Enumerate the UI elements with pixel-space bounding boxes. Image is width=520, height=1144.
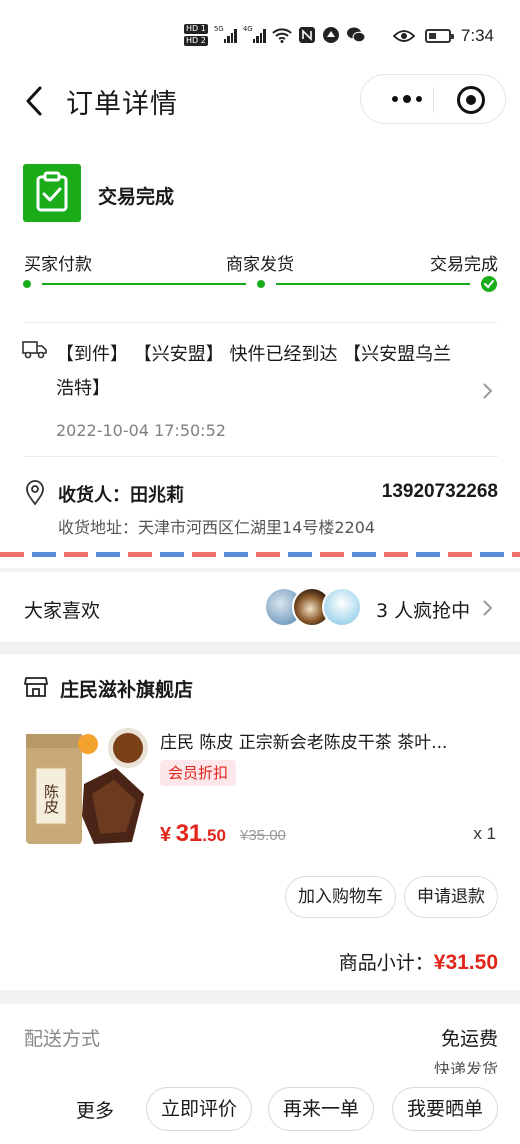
step-dot-complete-icon [481,276,497,292]
product-card: 庄民滋补旗舰店 陈皮 庄民 陈皮 正宗新会老陈皮干茶 茶叶... 会员折扣 ¥ … [0,654,520,990]
receiver-name: 田兆莉 [130,485,184,506]
original-price: ¥35.00 [240,827,286,844]
product-image-label: 陈皮 [42,783,60,814]
price-symbol: ¥ [160,824,172,846]
step-label-complete: 交易完成 [430,255,498,275]
buyer-avatars [264,587,374,629]
shipping-card: 配送方式 免运费 快递发货 [0,1004,520,1084]
progress-track [23,276,497,292]
review-now-button[interactable]: 立即评价 [146,1087,252,1131]
shipping-label: 配送方式 [24,1028,101,1050]
order-status-card: 交易完成 买家付款 商家发货 交易完成 【到件】 【兴安盟】 快件已经到达 【兴… [0,134,520,568]
shop-name[interactable]: 庄民滋补旗舰店 [60,675,193,702]
avatar [322,587,362,627]
subtotal-value: ¥31.50 [433,951,498,974]
airmail-stripe [0,552,520,557]
divider [24,322,498,323]
more-options-icon[interactable] [381,75,433,123]
page-title: 订单详情 [66,89,178,120]
member-discount-badge: 会员折扣 [160,760,237,786]
receiver-phone: 13920732268 [381,481,498,502]
battery-icon [424,29,454,43]
bottom-action-bar: 更多 立即评价 再来一单 我要晒单 [0,1074,520,1144]
step-label-paid: 买家付款 [24,255,92,275]
signal-5g-icon: 5G [214,25,237,43]
receiver-row: 收货人：田兆莉 13920732268 [58,481,498,507]
status-bar-signals: HD 1 HD 2 5G 4G [184,24,366,46]
location-pin-icon [26,480,44,506]
sim2-badge: HD 2 [184,36,208,46]
signal-4g-icon: 4G [243,25,266,43]
shipping-fee: 免运费 [440,1028,498,1050]
address-value: 天津市河西区仁湖里14号楼2204 [138,518,376,537]
capsule-divider [433,87,434,113]
address-label: 收货地址： [58,518,139,537]
recommend-title: 大家喜欢 [24,600,101,622]
status-bar: HD 1 HD 2 5G 4G 7:34 [0,0,520,72]
close-mini-program-icon[interactable] [457,86,485,114]
shop-icon [24,677,48,697]
sim-badges: HD 1 HD 2 [184,24,208,46]
step-dot-paid [23,280,31,288]
product-price: ¥ 31.50 [160,820,226,848]
buy-again-button[interactable]: 再来一单 [268,1087,374,1131]
step-label-shipped: 商家发货 [226,255,294,275]
divider [24,456,498,457]
refund-button[interactable]: 申请退款 [404,876,498,918]
status-time: 7:34 [460,26,494,45]
wechat-icon [346,27,366,43]
logistics-time: 2022-10-04 17:50:52 [56,421,226,440]
more-button[interactable]: 更多 [76,1096,114,1123]
sim1-badge: HD 1 [184,24,208,34]
back-arrow-icon[interactable] [20,84,50,118]
logistics-latest-update[interactable]: 【到件】 【兴安盟】 快件已经到达 【兴安盟乌兰浩特】 [56,338,466,406]
subtotal: 商品小计：¥31.50 [339,948,498,975]
recommend-card[interactable]: 大家喜欢 3 人疯抢中 [0,572,520,642]
eye-comfort-icon [392,30,415,42]
order-status-title: 交易完成 [98,186,175,208]
step-dot-shipped [257,280,265,288]
product-image[interactable]: 陈皮 [24,724,150,852]
receiver-address: 收货地址：天津市河西区仁湖里14号楼2204 [58,514,375,538]
chevron-right-icon[interactable] [482,382,494,400]
chevron-right-icon[interactable] [482,599,494,617]
subtotal-label: 商品小计： [338,952,434,974]
price-decimal: .50 [202,826,226,845]
nfc-icon [298,27,315,43]
mini-program-capsule [360,74,506,124]
receiver-label: 收货人： [58,485,130,506]
share-order-button[interactable]: 我要晒单 [392,1087,498,1131]
progress-steps: 买家付款 商家发货 交易完成 [24,250,498,275]
app-notification-icon [322,27,339,43]
order-complete-icon [23,164,81,222]
product-title[interactable]: 庄民 陈皮 正宗新会老陈皮干茶 茶叶... [160,728,460,753]
truck-icon [22,341,47,359]
price-integer: 31 [175,820,203,847]
recommend-count: 3 人疯抢中 [376,600,471,622]
status-bar-system: 7:34 [392,26,494,46]
product-quantity: x 1 [473,824,496,843]
nav-bar: 订单详情 [0,72,520,134]
add-to-cart-button[interactable]: 加入购物车 [285,876,396,918]
wifi-icon [272,28,292,43]
